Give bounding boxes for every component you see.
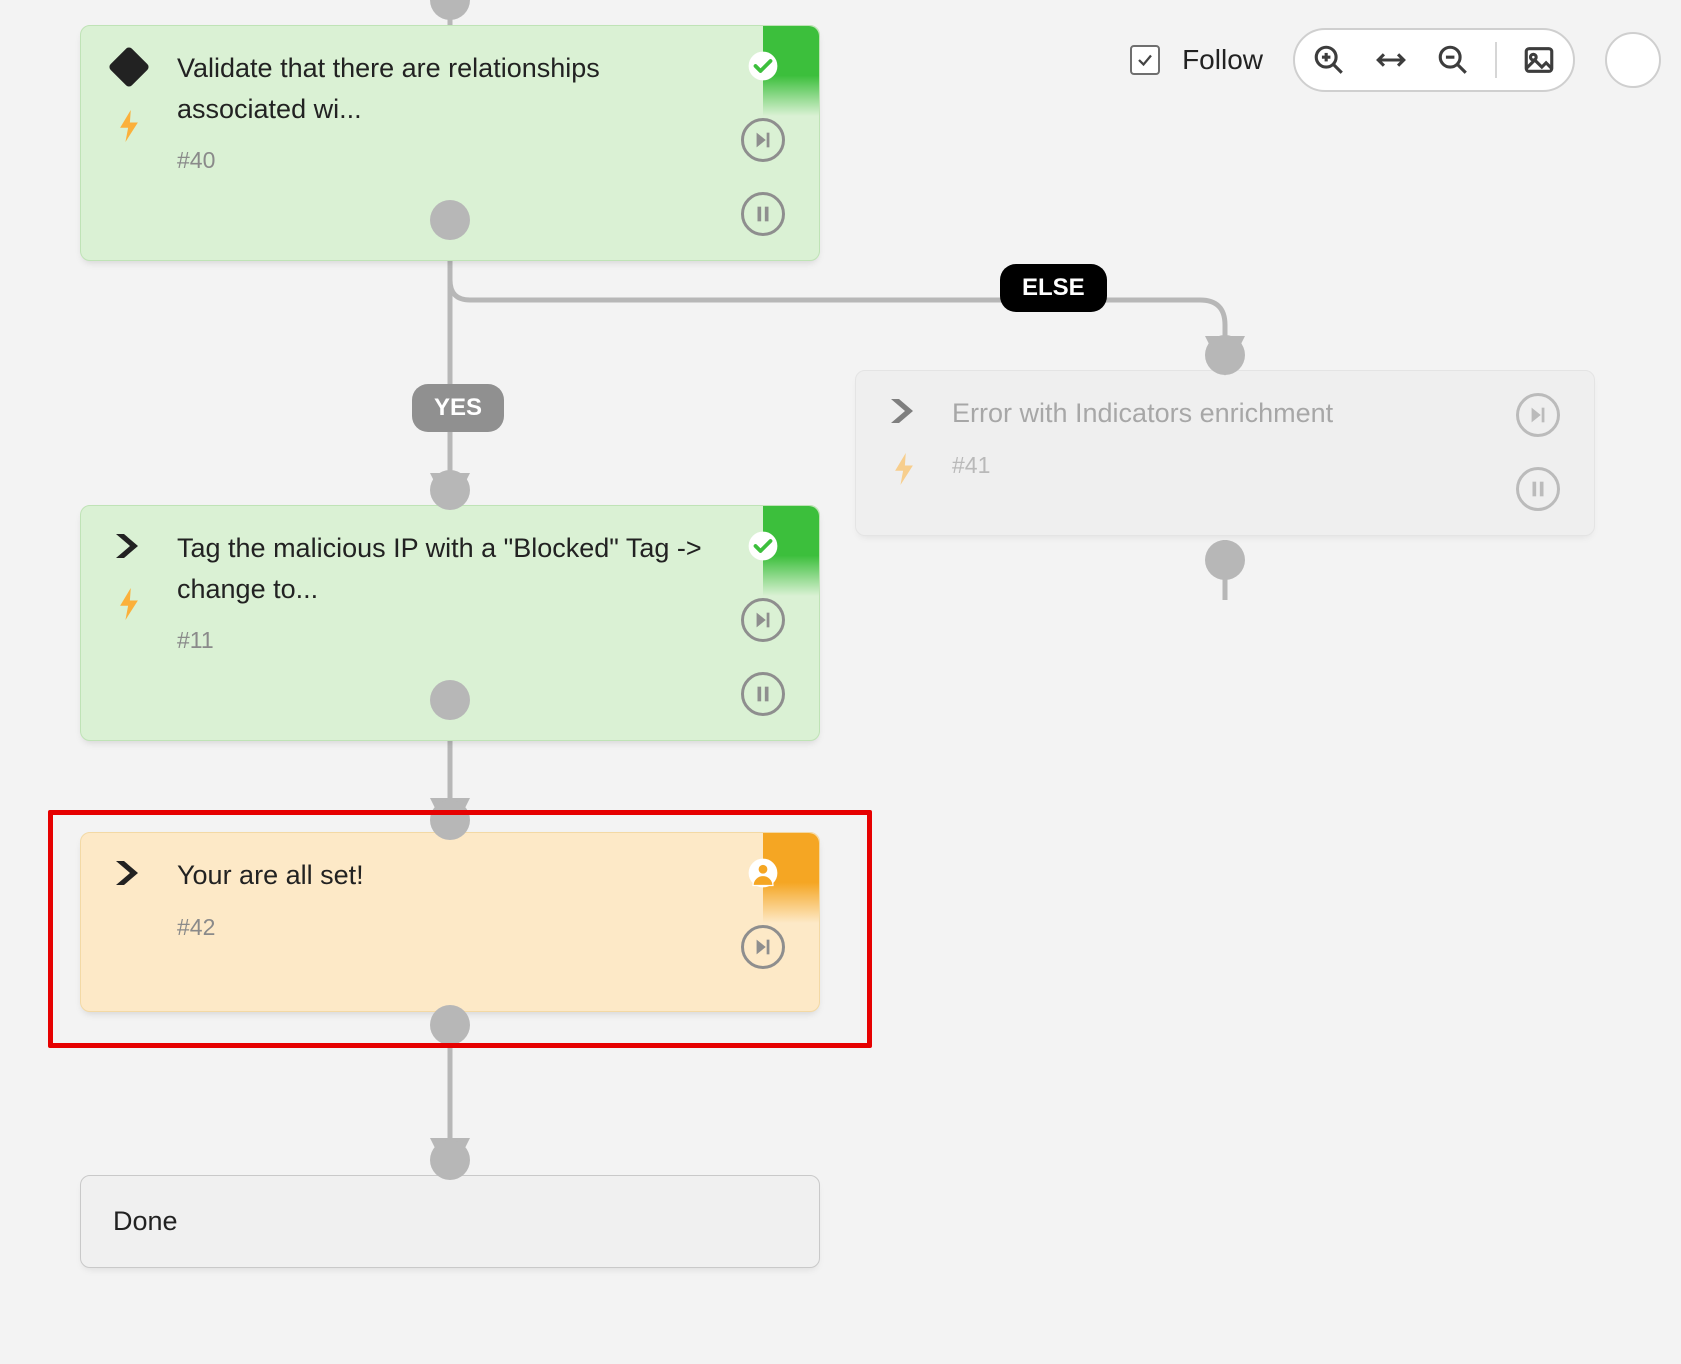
task-id: #41 [952, 452, 1482, 479]
joint [1205, 335, 1245, 375]
joint [430, 470, 470, 510]
fit-width-button[interactable] [1371, 40, 1411, 80]
pause-button[interactable] [1516, 467, 1560, 511]
joint [430, 680, 470, 720]
task-title: Tag the malicious IP with a "Blocked" Ta… [177, 528, 707, 609]
skip-button[interactable] [741, 118, 785, 162]
automation-icon [118, 110, 140, 142]
status-check-icon [741, 44, 785, 88]
follow-checkbox[interactable] [1130, 45, 1160, 75]
canvas-toolbar: Follow [1130, 28, 1661, 92]
automation-icon [118, 588, 140, 620]
image-export-button[interactable] [1519, 40, 1559, 80]
joint [430, 1005, 470, 1045]
zoom-toolbar [1293, 28, 1575, 92]
task-icon [114, 532, 144, 560]
task-id: #11 [177, 627, 707, 654]
follow-label: Follow [1182, 44, 1263, 76]
branch-label-yes: YES [412, 384, 504, 432]
task-title: Error with Indicators enrichment [952, 393, 1482, 434]
extra-tool-button[interactable] [1605, 32, 1661, 88]
status-check-icon [741, 524, 785, 568]
skip-button[interactable] [1516, 393, 1560, 437]
pause-button[interactable] [741, 192, 785, 236]
zoom-in-button[interactable] [1309, 40, 1349, 80]
branch-label-else: ELSE [1000, 264, 1107, 312]
joint [430, 1140, 470, 1180]
joint [430, 0, 470, 20]
joint [1205, 540, 1245, 580]
skip-button[interactable] [741, 925, 785, 969]
task-icon [114, 859, 144, 887]
joint [430, 200, 470, 240]
task-card-42[interactable]: Your are all set! #42 [80, 832, 820, 1012]
joint [430, 800, 470, 840]
condition-icon [108, 46, 150, 88]
toolbar-separator [1495, 42, 1497, 78]
task-title: Validate that there are relationships as… [177, 48, 707, 129]
task-card-41[interactable]: Error with Indicators enrichment #41 [855, 370, 1595, 536]
task-id: #40 [177, 147, 707, 174]
playbook-canvas[interactable]: YES ELSE Validate that there are relatio… [0, 0, 1681, 1364]
done-card[interactable]: Done [80, 1175, 820, 1268]
task-title: Your are all set! [177, 855, 707, 896]
task-icon [889, 397, 919, 425]
task-id: #42 [177, 914, 707, 941]
status-user-icon [741, 851, 785, 895]
done-label: Done [113, 1206, 178, 1236]
zoom-out-button[interactable] [1433, 40, 1473, 80]
automation-icon [893, 453, 915, 485]
pause-button[interactable] [741, 672, 785, 716]
skip-button[interactable] [741, 598, 785, 642]
